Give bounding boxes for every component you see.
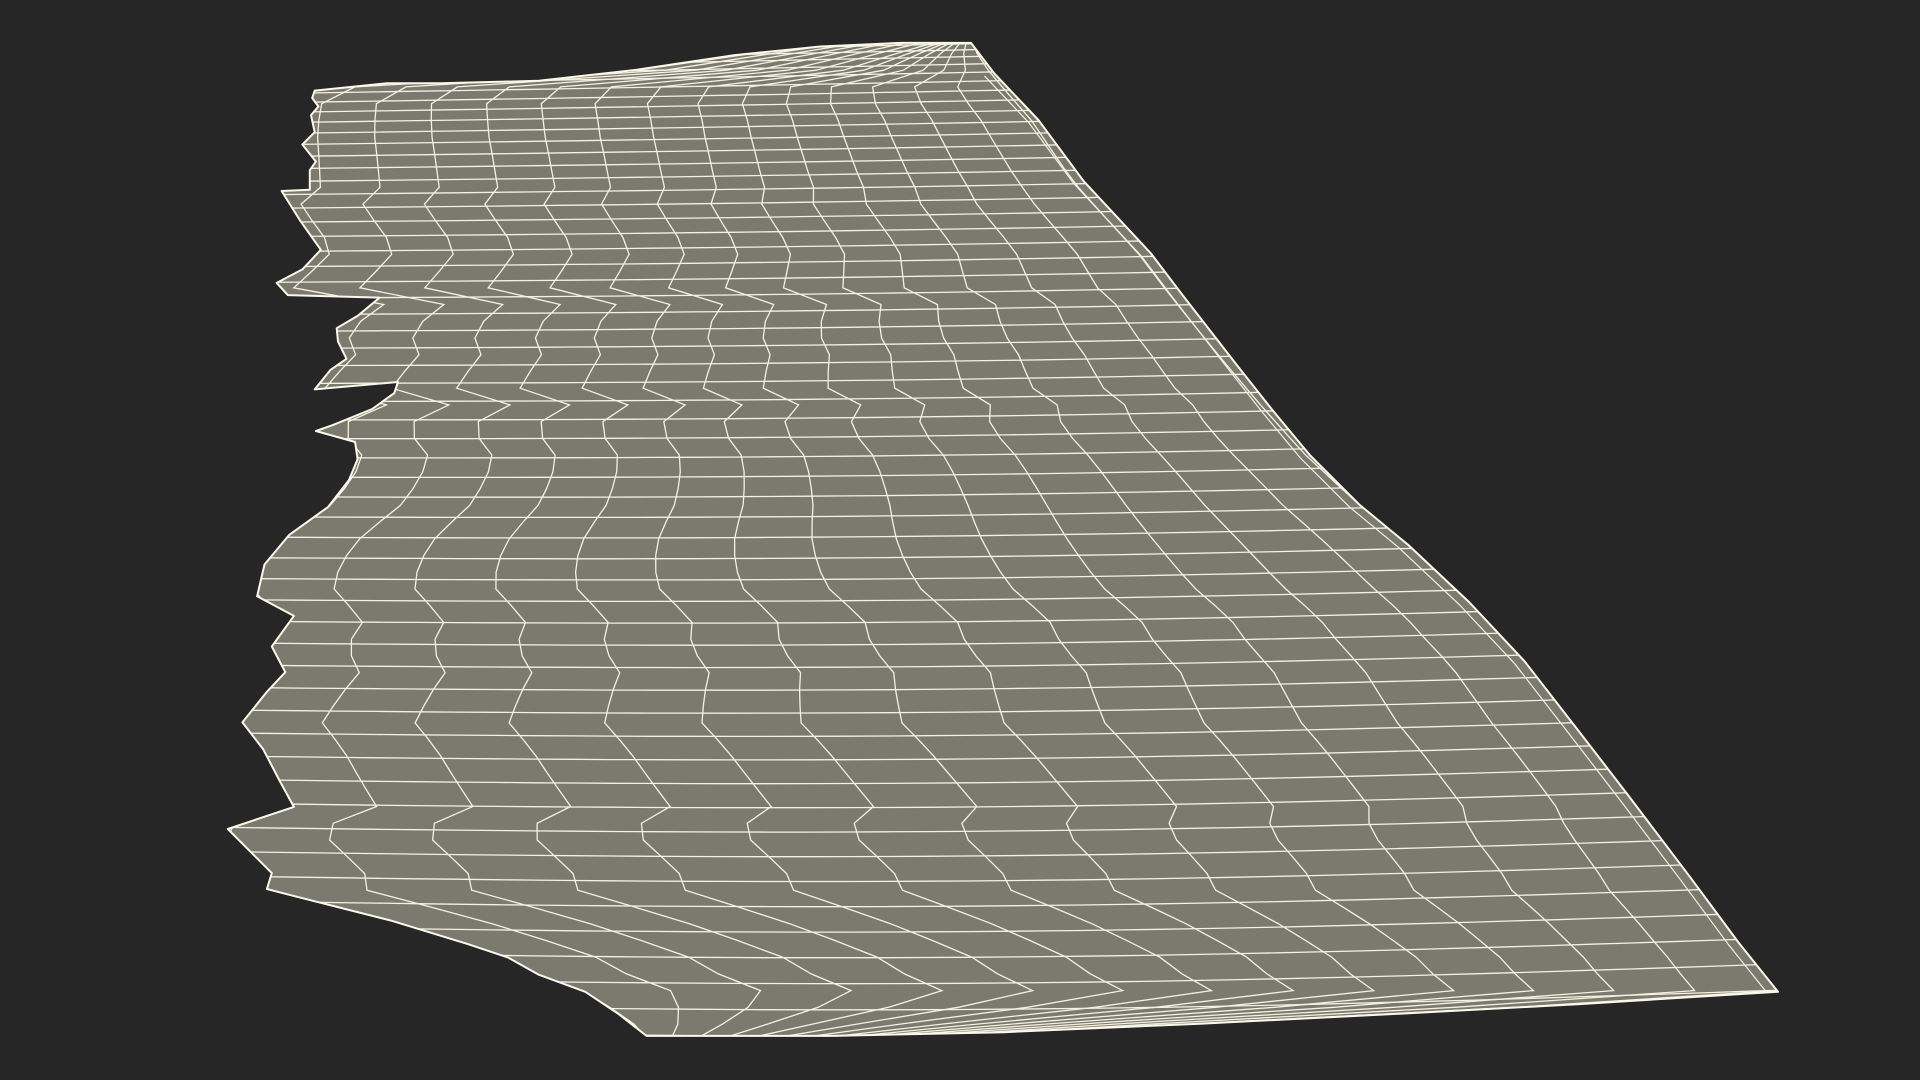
- mesh-row-line: [227, 42, 1778, 72]
- mesh-row-line: [227, 45, 1778, 79]
- mesh-surface: [227, 42, 1778, 1036]
- mesh-row-line: [227, 42, 1778, 52]
- mesh-row-line: [227, 42, 1778, 50]
- mesh-surface-fill: [227, 42, 1778, 1036]
- wireframe-mesh: [226, 41, 1779, 1037]
- mesh-row-line: [227, 53, 1778, 87]
- mesh-row-line: [227, 42, 1778, 66]
- render-viewport: [0, 0, 1920, 1080]
- mesh-row-line: [227, 42, 1778, 55]
- mesh-row-line: [227, 42, 1778, 60]
